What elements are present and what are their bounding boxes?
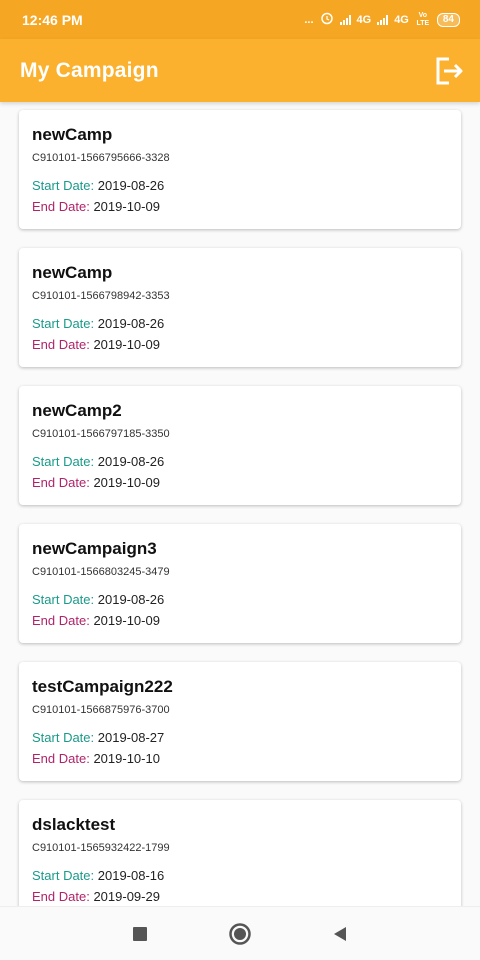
campaign-name: newCamp: [32, 263, 113, 282]
end-date-value: 2019-10-09: [93, 199, 160, 214]
system-nav-bar: [0, 906, 480, 960]
start-date-row: Start Date: 2019-08-16: [32, 865, 448, 886]
start-date-value: 2019-08-26: [97, 316, 165, 331]
logout-button[interactable]: [430, 53, 466, 89]
start-date-row: Start Date: 2019-08-26: [32, 589, 448, 610]
app-bar: My Campaign: [0, 39, 480, 102]
status-bar: 12:46 PM ... 4G 4G Vo LTE 84: [0, 0, 480, 39]
start-date-row: Start Date: 2019-08-26: [32, 313, 448, 334]
start-date-label: Start Date:: [32, 178, 95, 193]
start-date-row: Start Date: 2019-08-26: [32, 451, 448, 472]
network-label-1: 4G: [356, 13, 372, 26]
end-date-label: End Date:: [32, 337, 90, 352]
campaign-name: testCampaign222: [32, 677, 173, 696]
back-button[interactable]: [320, 914, 360, 954]
end-date-value: 2019-10-09: [93, 337, 160, 352]
start-date-value: 2019-08-16: [97, 868, 165, 883]
end-date-label: End Date:: [32, 751, 90, 766]
campaign-name: newCamp2: [32, 401, 122, 420]
signal-icon-2: [377, 14, 389, 25]
circle-icon: [229, 922, 251, 945]
end-date-row: End Date: 2019-09-29: [32, 886, 448, 906]
campaign-id: C910101-1566803245-3479: [32, 566, 170, 578]
recents-button[interactable]: [120, 914, 160, 954]
end-date-row: End Date: 2019-10-09: [32, 196, 448, 217]
start-date-value: 2019-08-26: [97, 592, 165, 607]
campaign-name: newCamp: [32, 125, 113, 144]
end-date-value: 2019-10-10: [93, 751, 160, 766]
logout-icon: [436, 57, 463, 84]
start-date-value: 2019-08-27: [97, 730, 165, 745]
alarm-icon: [320, 11, 334, 28]
page-title: My Campaign: [20, 58, 159, 82]
network-label-2: 4G: [394, 13, 409, 26]
campaign-card[interactable]: testCampaign222 C910101-1566875976-3700 …: [19, 662, 461, 781]
campaign-card[interactable]: newCampaign3 C910101-1566803245-3479 Sta…: [19, 524, 461, 643]
end-date-row: End Date: 2019-10-10: [32, 748, 448, 769]
campaign-id: C910101-1566875976-3700: [32, 704, 170, 716]
end-date-label: End Date:: [32, 613, 90, 628]
campaign-card[interactable]: newCamp C910101-1566798942-3353 Start Da…: [19, 248, 461, 367]
campaign-id: C910101-1566795666-3328: [32, 152, 170, 164]
start-date-label: Start Date:: [32, 592, 95, 607]
start-date-label: Start Date:: [32, 454, 95, 469]
start-date-row: Start Date: 2019-08-27: [32, 727, 448, 748]
status-time: 12:46 PM: [22, 11, 83, 28]
campaign-id: C910101-1566797185-3350: [32, 428, 170, 440]
square-icon: [133, 926, 147, 941]
end-date-label: End Date:: [32, 475, 90, 490]
status-icons: ... 4G 4G Vo LTE 84: [304, 11, 460, 28]
start-date-value: 2019-08-26: [97, 454, 165, 469]
end-date-value: 2019-10-09: [93, 475, 160, 490]
start-date-row: Start Date: 2019-08-26: [32, 175, 448, 196]
start-date-value: 2019-08-26: [97, 178, 165, 193]
volte-label: Vo LTE: [416, 11, 430, 27]
triangle-back-icon: [334, 926, 346, 941]
battery-indicator: 84: [436, 12, 460, 27]
end-date-label: End Date:: [32, 199, 90, 214]
start-date-label: Start Date:: [32, 316, 95, 331]
campaign-card[interactable]: newCamp C910101-1566795666-3328 Start Da…: [19, 110, 461, 229]
campaign-card[interactable]: newCamp2 C910101-1566797185-3350 Start D…: [19, 386, 461, 505]
home-button[interactable]: [220, 914, 260, 954]
end-date-label: End Date:: [32, 889, 90, 904]
end-date-row: End Date: 2019-10-09: [32, 610, 448, 631]
start-date-label: Start Date:: [32, 868, 95, 883]
campaign-name: newCampaign3: [32, 539, 157, 558]
end-date-value: 2019-10-09: [93, 613, 160, 628]
campaign-id: C910101-1566798942-3353: [32, 290, 170, 302]
campaign-name: dslacktest: [32, 815, 116, 834]
campaign-id: C910101-1565932422-1799: [32, 842, 170, 854]
end-date-row: End Date: 2019-10-09: [32, 334, 448, 355]
campaign-card[interactable]: dslacktest C910101-1565932422-1799 Start…: [19, 800, 461, 906]
more-dots: ...: [304, 13, 314, 26]
start-date-label: Start Date:: [32, 730, 95, 745]
end-date-row: End Date: 2019-10-09: [32, 472, 448, 493]
end-date-value: 2019-09-29: [93, 889, 160, 904]
campaign-list[interactable]: newCamp C910101-1566795666-3328 Start Da…: [0, 102, 480, 906]
signal-icon: [339, 14, 351, 25]
